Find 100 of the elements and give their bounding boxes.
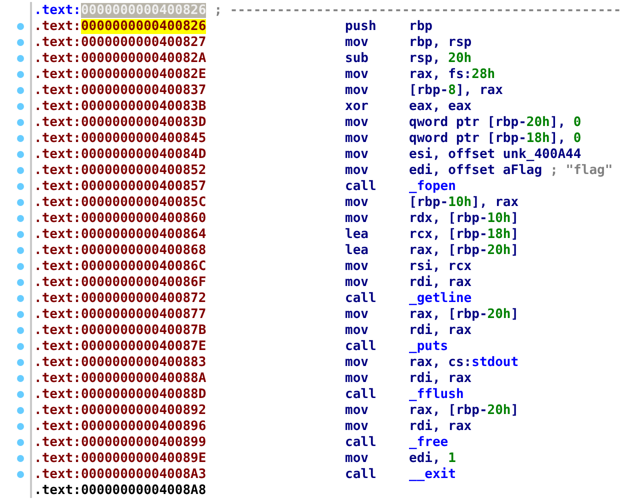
segment-label: .text: bbox=[34, 226, 81, 242]
segment-label: .text: bbox=[34, 418, 81, 434]
segment-label: .text: bbox=[34, 114, 81, 130]
mnemonic-text: call bbox=[345, 386, 378, 402]
mnemonic-text: mov bbox=[345, 114, 370, 130]
address-text: 000000000040082A bbox=[80, 50, 206, 66]
address-text: 000000000040088A bbox=[80, 370, 206, 386]
mnemonic-text: mov bbox=[345, 82, 370, 98]
address-text: 0000000000400837 bbox=[80, 82, 206, 98]
mnemonic-text: call bbox=[345, 434, 378, 450]
address-text: 0000000000400877 bbox=[80, 306, 206, 322]
operand-text: [rbp-8], rax bbox=[409, 82, 503, 98]
operand-text: rdi, rax bbox=[409, 274, 472, 290]
segment-label: .text: bbox=[34, 242, 81, 258]
address-text: 0000000000400857 bbox=[80, 178, 206, 194]
operand-text: rdi, rax bbox=[409, 418, 472, 434]
operand-text: [rbp-10h], rax bbox=[409, 194, 519, 210]
mnemonic-text: lea bbox=[345, 242, 370, 258]
segment-label: .text: bbox=[34, 434, 81, 450]
operand-text: edi, offset aFlag bbox=[409, 162, 542, 178]
mnemonic-text: mov bbox=[345, 306, 370, 322]
segment-label: .text: bbox=[34, 2, 81, 18]
operand-text: eax, eax bbox=[409, 98, 472, 114]
segment-label: .text: bbox=[34, 130, 81, 146]
address-text: 0000000000400883 bbox=[80, 354, 206, 370]
segment-label: .text: bbox=[34, 178, 81, 194]
operand-text: rax, [rbp-20h] bbox=[409, 242, 519, 258]
mnemonic-text: call bbox=[345, 466, 378, 482]
mnemonic-text: call bbox=[345, 290, 378, 306]
address-text: 0000000000400892 bbox=[80, 402, 206, 418]
segment-label: .text: bbox=[34, 290, 81, 306]
mnemonic-text: mov bbox=[345, 146, 370, 162]
address-text: 000000000040086F bbox=[80, 274, 206, 290]
mnemonic-text: mov bbox=[345, 66, 370, 82]
segment-label: .text: bbox=[34, 370, 81, 386]
mnemonic-text: mov bbox=[345, 402, 370, 418]
operand-text: rbp bbox=[409, 18, 432, 34]
segment-label: .text: bbox=[34, 66, 81, 82]
operand-text: esi, offset unk_400A44 bbox=[409, 146, 582, 162]
operand-text: _puts bbox=[409, 338, 448, 354]
mnemonic-text: mov bbox=[345, 322, 370, 338]
segment-label: .text: bbox=[34, 402, 81, 418]
operand-text: _fopen bbox=[409, 178, 456, 194]
address-text: 000000000040083B bbox=[80, 98, 206, 114]
address-text: 000000000040086C bbox=[80, 258, 206, 274]
segment-label: .text: bbox=[34, 82, 81, 98]
mnemonic-text: mov bbox=[345, 34, 370, 50]
segment-label: .text: bbox=[34, 322, 81, 338]
segment-label: .text: bbox=[34, 450, 81, 466]
mnemonic-text: mov bbox=[345, 450, 370, 466]
address-text: 0000000000400864 bbox=[80, 226, 206, 242]
segment-label: .text: bbox=[34, 146, 81, 162]
address-text: 000000000040085C bbox=[80, 194, 206, 210]
mnemonic-text: call bbox=[345, 338, 378, 354]
address-text: 0000000000400899 bbox=[80, 434, 206, 450]
address-text: 0000000000400860 bbox=[80, 210, 206, 226]
mnemonic-text: mov bbox=[345, 130, 370, 146]
operand-text: rdx, [rbp-10h] bbox=[409, 210, 519, 226]
address-text: 000000000040089E bbox=[80, 450, 206, 466]
address-text: 0000000000400872 bbox=[80, 290, 206, 306]
operand-text: __exit bbox=[409, 466, 456, 482]
operand-text: rdi, rax bbox=[409, 322, 472, 338]
segment-label: .text: bbox=[34, 466, 81, 482]
comment-text: ; "flag" bbox=[550, 162, 613, 178]
segment-label: .text: bbox=[34, 50, 81, 66]
address-text: 0000000000400827 bbox=[80, 34, 206, 50]
address-text: 000000000040083D bbox=[80, 114, 206, 130]
segment-label: .text: bbox=[34, 210, 81, 226]
operand-text: rax, fs:28h bbox=[409, 66, 496, 82]
address-text: 0000000000400896 bbox=[80, 418, 206, 434]
mnemonic-text: xor bbox=[345, 98, 370, 114]
mnemonic-text: mov bbox=[345, 354, 370, 370]
operand-text: rcx, [rbp-18h] bbox=[409, 226, 519, 242]
mnemonic-text: mov bbox=[345, 194, 370, 210]
mnemonic-text: mov bbox=[345, 162, 370, 178]
segment-label: .text: bbox=[34, 194, 81, 210]
mnemonic-text: lea bbox=[345, 226, 370, 242]
address-text: 000000000040087B bbox=[80, 322, 206, 338]
segment-label: .text: bbox=[34, 162, 81, 178]
mnemonic-text: mov bbox=[345, 258, 370, 274]
mnemonic-text: mov bbox=[345, 210, 370, 226]
address-text: 000000000040088D bbox=[80, 386, 206, 402]
operand-text: rax, [rbp-20h] bbox=[409, 402, 519, 418]
address-text: 0000000000400852 bbox=[80, 162, 206, 178]
address-text: 000000000040082E bbox=[80, 66, 206, 82]
address-text: 000000000040084D bbox=[80, 146, 206, 162]
operand-text: rsi, rcx bbox=[409, 258, 472, 274]
operand-text: _fflush bbox=[409, 386, 464, 402]
segment-label: .text: bbox=[34, 18, 81, 34]
segment-label: .text: bbox=[34, 98, 81, 114]
operand-text: edi, 1 bbox=[409, 450, 456, 466]
segment-label: .text: bbox=[34, 386, 81, 402]
mnemonic-text: call bbox=[345, 178, 378, 194]
mnemonic-text: mov bbox=[345, 274, 370, 290]
address-text: 00000000004008A8 bbox=[80, 482, 206, 498]
operand-text: qword ptr [rbp-20h], 0 bbox=[409, 114, 582, 130]
operand-text: rbp, rsp bbox=[409, 34, 472, 50]
operand-text: qword ptr [rbp-18h], 0 bbox=[409, 130, 582, 146]
operand-text: _getline bbox=[409, 290, 472, 306]
mnemonic-text: mov bbox=[345, 418, 370, 434]
